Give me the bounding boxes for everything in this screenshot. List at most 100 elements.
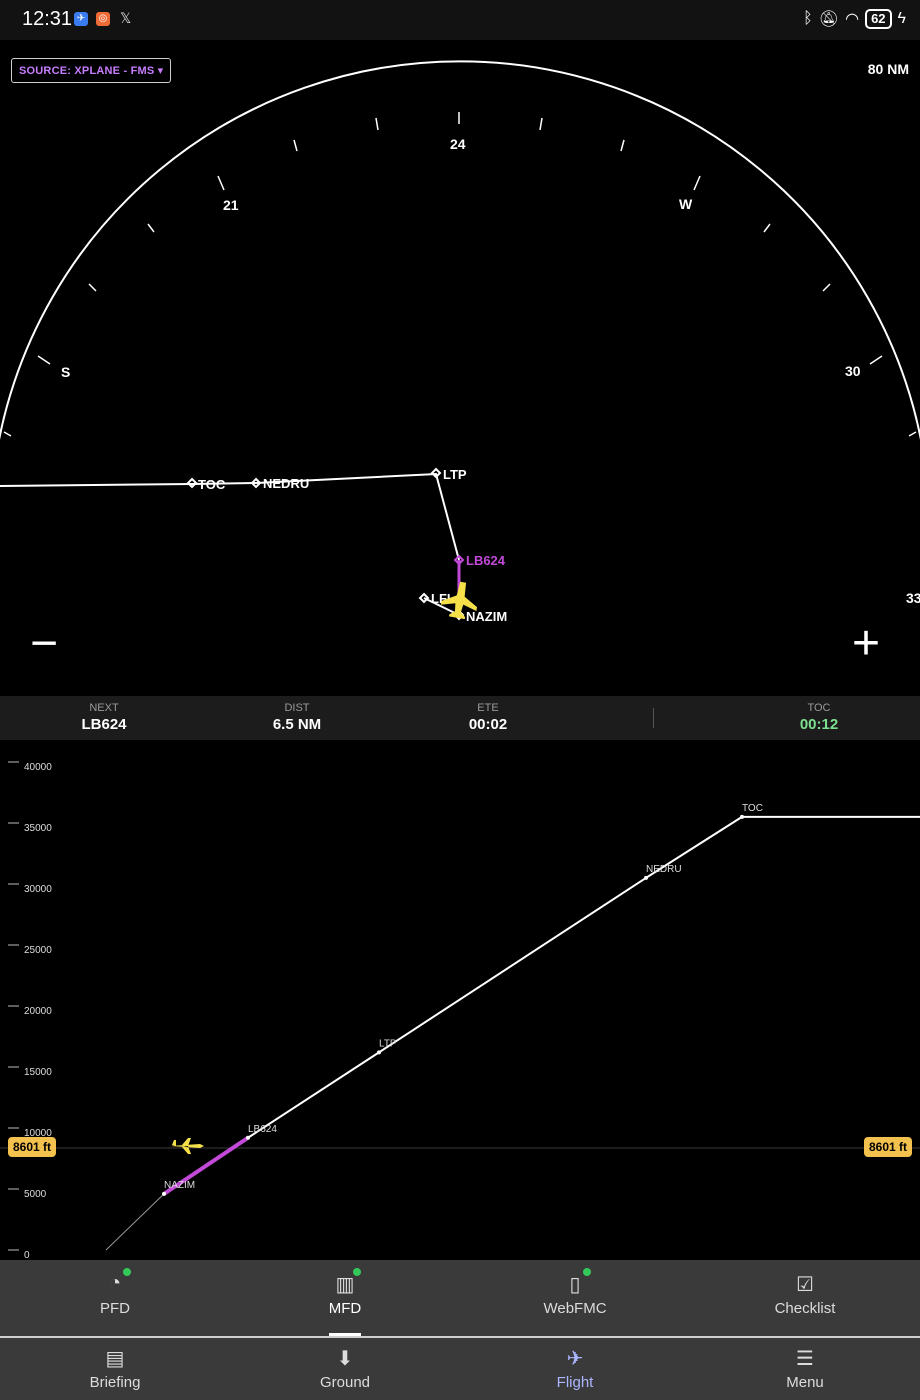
- waypoint-label-lb624: LB624: [466, 553, 506, 568]
- y-tick-label: 40000: [24, 762, 52, 773]
- mfd-status-dot: [353, 1268, 361, 1276]
- tab-briefing[interactable]: ▤ Briefing: [0, 1338, 230, 1400]
- compass-label-s: S: [61, 364, 70, 380]
- tab-flight-label: Flight: [556, 1374, 594, 1391]
- tab-bar-top: ◔ PFD ▥ MFD ▯ WebFMC ☑ Checklist: [0, 1260, 920, 1336]
- tab-checklist-label: Checklist: [774, 1300, 836, 1317]
- gauge-icon: ◔: [103, 1268, 131, 1296]
- waypoint-label-ltp: LTP: [443, 467, 467, 482]
- y-tick-label: 35000: [24, 823, 52, 834]
- info-next-label: NEXT: [89, 702, 119, 714]
- bell-off-icon: 🔕︎: [818, 11, 840, 28]
- status-bar: 12:31 ✈ ◎ 𝕏 ᛒ 🔕︎ ◠ 62 ϟ: [0, 0, 920, 40]
- profile-waypoint-label: LB624: [248, 1124, 277, 1135]
- compass-label-30: 30: [845, 363, 861, 379]
- source-selector-button[interactable]: SOURCE: XPLANE - FMS ▾: [11, 58, 172, 83]
- info-divider: [653, 708, 654, 728]
- tab-pfd-label: PFD: [100, 1300, 130, 1317]
- profile-segment: [378, 877, 647, 1054]
- clipboard-icon: ▤: [105, 1348, 125, 1370]
- tab-mfd-label: MFD: [328, 1300, 362, 1317]
- y-tick-label: 25000: [24, 945, 52, 956]
- tab-bar-bottom: ▤ Briefing ⬇ Ground ✈ Flight ☰ Menu: [0, 1338, 920, 1400]
- compass-label-w: W: [679, 196, 693, 212]
- y-tick-label: 15000: [24, 1067, 52, 1078]
- tab-pfd[interactable]: ◔ PFD: [0, 1260, 230, 1336]
- tab-menu[interactable]: ☰ Menu: [690, 1338, 920, 1400]
- compass-label-24: 24: [450, 136, 466, 152]
- flight-info-strip: NEXT LB624 DIST 6.5 NM ETE 00:02 TOC 00:…: [0, 696, 920, 740]
- y-tick-label: 0: [24, 1250, 30, 1260]
- route-line: [0, 472, 460, 561]
- compass-label-33: 33: [906, 590, 920, 606]
- profile-waypoint-point: [377, 1050, 381, 1055]
- x-app-icon: 𝕏: [120, 10, 132, 26]
- info-toc-label: TOC: [807, 702, 831, 714]
- zoom-in-button[interactable]: +: [852, 620, 880, 668]
- vertical-profile-chart: 0500010000150002000025000300003500040000…: [0, 761, 920, 1260]
- tab-webfmc-label: WebFMC: [543, 1300, 607, 1317]
- tab-flight[interactable]: ✈ Flight: [460, 1338, 690, 1400]
- profile-waypoint-point: [246, 1135, 250, 1140]
- info-next-value: LB624: [81, 716, 127, 733]
- y-tick-label: 30000: [24, 884, 52, 895]
- profile-waypoint-point: [740, 814, 744, 819]
- info-toc: TOC 00:12: [739, 696, 899, 733]
- tab-menu-label: Menu: [786, 1374, 824, 1391]
- tab-ground[interactable]: ⬇ Ground: [230, 1338, 460, 1400]
- tab-ground-label: Ground: [319, 1374, 371, 1391]
- system-icons: ᛒ 🔕︎ ◠ 62 ϟ: [803, 9, 906, 29]
- compass-arc: [0, 60, 920, 441]
- tab-briefing-label: Briefing: [89, 1374, 141, 1391]
- inbox-download-icon: ⬇: [336, 1348, 354, 1370]
- tab-webfmc[interactable]: ▯ WebFMC: [460, 1260, 690, 1336]
- webfmc-status-dot: [583, 1268, 591, 1276]
- info-ete-value: 00:02: [468, 716, 508, 733]
- y-tick-label: 20000: [24, 1006, 52, 1017]
- profile-waypoint-point: [644, 875, 648, 880]
- profile-segment: [105, 1193, 165, 1251]
- map-range-label: 80 NM: [867, 61, 909, 77]
- remote-icon: ▯: [563, 1268, 591, 1296]
- bluetooth-icon: ᛒ: [803, 10, 813, 27]
- profile-waypoint-label: TOC: [742, 803, 763, 814]
- nav-map[interactable]: S 21 24 W 30 33 TOC NEDRU LTP LB624 LFI …: [0, 48, 920, 696]
- airplane-icon: ✈: [566, 1348, 584, 1370]
- waypoint-label-nazim: NAZIM: [466, 609, 507, 624]
- info-ete-label: ETE: [477, 702, 499, 714]
- messenger-app-icon: ✈: [74, 12, 88, 26]
- compass-label-21: 21: [223, 197, 239, 213]
- map-icon: ▥: [333, 1268, 361, 1296]
- profile-waypoint-label: NAZIM: [164, 1180, 195, 1191]
- pfd-status-dot: [123, 1268, 131, 1276]
- profile-waypoint-label: NEDRU: [646, 864, 682, 875]
- zoom-out-button[interactable]: −: [30, 620, 58, 668]
- profile-aircraft-icon: [170, 1138, 204, 1154]
- vertical-profile: 0 5000 10000 15000 20000 25000 30000 35000 40000…: [0, 740, 920, 1260]
- tab-checklist[interactable]: ☑ Checklist: [690, 1260, 920, 1336]
- battery-icon: 62: [865, 9, 892, 29]
- source-label: SOURCE: XPLANE - FMS: [19, 65, 155, 77]
- orange-app-icon: ◎: [96, 12, 110, 26]
- y-tick-label: 5000: [24, 1189, 47, 1200]
- info-next: NEXT LB624: [24, 696, 184, 733]
- current-altitude-badge-left: 8601 ft: [8, 1137, 57, 1157]
- info-dist-label: DIST: [284, 702, 310, 714]
- info-dist: DIST 6.5 NM: [217, 696, 377, 733]
- profile-waypoint-point: [162, 1191, 166, 1196]
- waypoint-label-nedru: NEDRU: [263, 476, 309, 491]
- wifi-icon: ◠: [845, 11, 860, 28]
- checklist-icon: ☑: [796, 1274, 814, 1296]
- status-time: 12:31: [22, 8, 73, 30]
- info-dist-value: 6.5 NM: [272, 716, 322, 733]
- hamburger-icon: ☰: [796, 1348, 814, 1370]
- charging-icon: ϟ: [897, 10, 906, 27]
- current-altitude-badge-right: 8601 ft: [863, 1137, 912, 1157]
- info-ete: ETE 00:02: [408, 696, 568, 733]
- waypoint-label-toc: TOC: [198, 477, 226, 492]
- compass-ticks: [3, 112, 917, 437]
- tab-mfd[interactable]: ▥ MFD: [230, 1260, 460, 1336]
- info-toc-value: 00:12: [799, 716, 839, 733]
- chevron-down-icon: ▾: [157, 65, 164, 77]
- profile-waypoint-label: LTP: [379, 1038, 397, 1049]
